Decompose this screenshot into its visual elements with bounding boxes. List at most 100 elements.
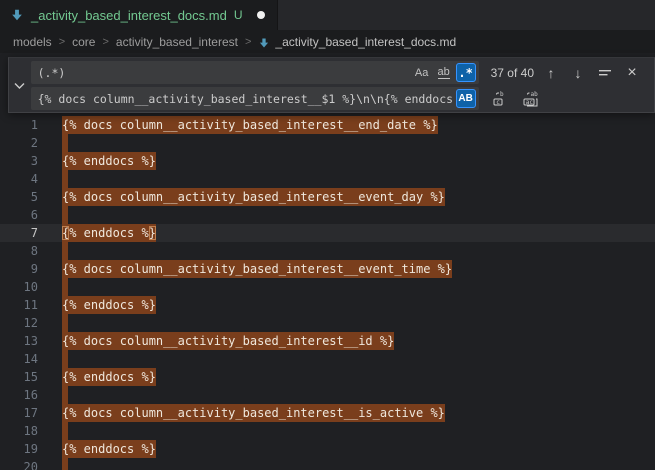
find-match-highlight: {% docs column__activity_based_interest_…: [62, 188, 445, 206]
line-content[interactable]: [62, 458, 68, 470]
line-content[interactable]: [62, 350, 68, 368]
breadcrumb-file[interactable]: _activity_based_interest_docs.md: [275, 35, 456, 49]
breadcrumb-models[interactable]: models: [13, 35, 52, 49]
line-number: 14: [0, 350, 38, 368]
line-content[interactable]: {% docs column__activity_based_interest_…: [62, 188, 445, 206]
line-number: 19: [0, 440, 38, 458]
vscode-window: _activity_based_interest_docs.md U model…: [0, 0, 655, 470]
line-content[interactable]: {% docs column__activity_based_interest_…: [62, 116, 438, 134]
editor-line-11[interactable]: 11{% enddocs %}: [0, 296, 655, 314]
editor-line-9[interactable]: 9 {% docs column__activity_based_interest…: [0, 260, 655, 278]
editor-line-19[interactable]: 19 {% enddocs %}: [0, 440, 655, 458]
line-content[interactable]: {% docs column__activity_based_interest_…: [62, 404, 445, 422]
find-match-highlight-empty-line: [62, 314, 68, 332]
find-match-highlight: {% docs column__activity_based_interest_…: [62, 260, 452, 278]
search-input-wrap: Aa ab .*: [31, 61, 479, 84]
whole-word-toggle[interactable]: ab: [434, 63, 454, 82]
editor-line-12[interactable]: 12: [0, 314, 655, 332]
find-match-highlight: {% enddocs %}: [62, 296, 156, 314]
find-match-highlight-empty-line: [62, 170, 68, 188]
previous-match-button[interactable]: ↑: [541, 63, 561, 83]
editor-line-20[interactable]: 20: [0, 458, 655, 470]
find-match-highlight: {% enddocs %}: [62, 440, 156, 458]
find-match-highlight: {% docs column__activity_based_interest_…: [62, 116, 438, 134]
editor-lines: 1 {% docs column__activity_based_interest…: [0, 53, 655, 470]
close-find-button[interactable]: ×: [622, 63, 642, 83]
editor-line-18[interactable]: 18: [0, 422, 655, 440]
line-content[interactable]: [62, 422, 68, 440]
find-match-highlight-empty-line: [62, 458, 68, 470]
find-in-selection-button[interactable]: [595, 63, 615, 83]
editor-line-2[interactable]: 2: [0, 134, 655, 152]
editor-line-13[interactable]: 13 {% docs column__activity_based_interes…: [0, 332, 655, 350]
replace-all-button[interactable]: ab ac: [521, 89, 541, 109]
replace-button[interactable]: b c: [490, 89, 510, 109]
line-content[interactable]: {% enddocs %}: [62, 368, 156, 386]
editor-line-10[interactable]: 10: [0, 278, 655, 296]
svg-text:b: b: [500, 91, 504, 98]
git-status-badge: U: [234, 8, 243, 22]
replace-input-wrap: AB: [31, 87, 479, 110]
find-match-highlight: {% enddocs %}: [62, 368, 156, 386]
modified-dot-close-button[interactable]: [257, 11, 265, 19]
preserve-case-toggle[interactable]: AB: [456, 89, 476, 108]
find-match-highlight-empty-line: [62, 386, 68, 404]
editor-line-8[interactable]: 8: [0, 242, 655, 260]
find-match-highlight-empty-line: [62, 206, 68, 224]
search-input[interactable]: [38, 66, 410, 80]
line-number: 1: [0, 116, 38, 134]
editor-line-7[interactable]: 7{% enddocs %}: [0, 224, 655, 242]
editor-pane[interactable]: 1 {% docs column__activity_based_interest…: [0, 53, 655, 470]
find-match-highlight-empty-line: [62, 278, 68, 296]
breadcrumb-core[interactable]: core: [72, 35, 95, 49]
svg-text:ab: ab: [530, 91, 538, 98]
editor-line-16[interactable]: 16: [0, 386, 655, 404]
toggle-replace-chevron-icon[interactable]: [9, 58, 31, 112]
breadcrumb-activity-based-interest[interactable]: activity_based_interest: [116, 35, 238, 49]
next-match-button[interactable]: ↓: [568, 63, 588, 83]
breadcrumb: models > core > activity_based_interest …: [0, 30, 655, 53]
markdown-file-icon: [10, 8, 24, 22]
regex-toggle[interactable]: .*: [456, 63, 476, 82]
line-content[interactable]: {% docs column__activity_based_interest_…: [62, 332, 394, 350]
line-content[interactable]: {% enddocs %}: [62, 224, 156, 242]
editor-line-15[interactable]: 15 {% enddocs %}: [0, 368, 655, 386]
find-replace-widget: Aa ab .* 37 of 40 ↑ ↓ ×: [8, 57, 655, 113]
line-content[interactable]: [62, 242, 68, 260]
line-content[interactable]: {% enddocs %}: [62, 440, 156, 458]
line-content[interactable]: [62, 170, 68, 188]
line-content[interactable]: [62, 206, 68, 224]
find-match-highlight-empty-line: [62, 242, 68, 260]
breadcrumb-separator-icon: >: [102, 36, 108, 48]
line-number: 2: [0, 134, 38, 152]
tab-filename: _activity_based_interest_docs.md: [31, 8, 227, 23]
breadcrumb-separator-icon: >: [59, 36, 65, 48]
match-case-toggle[interactable]: Aa: [412, 63, 432, 82]
line-content[interactable]: {% enddocs %}: [62, 296, 156, 314]
find-row: Aa ab .* 37 of 40 ↑ ↓ ×: [31, 61, 646, 84]
bracket-match-close: }: [149, 226, 156, 240]
find-match-highlight: {% docs column__activity_based_interest_…: [62, 332, 394, 350]
tab-activity-docs[interactable]: _activity_based_interest_docs.md U: [0, 0, 278, 30]
breadcrumb-separator-icon: >: [245, 36, 251, 48]
line-number: 15: [0, 368, 38, 386]
line-content[interactable]: [62, 386, 68, 404]
line-content[interactable]: {% enddocs %}: [62, 152, 156, 170]
line-content[interactable]: {% docs column__activity_based_interest_…: [62, 260, 452, 278]
line-content[interactable]: [62, 278, 68, 296]
line-number: 9: [0, 260, 38, 278]
replace-input[interactable]: [38, 92, 454, 106]
editor-line-1[interactable]: 1 {% docs column__activity_based_interest…: [0, 116, 655, 134]
editor-line-3[interactable]: 3{% enddocs %}: [0, 152, 655, 170]
line-number: 13: [0, 332, 38, 350]
editor-line-4[interactable]: 4: [0, 170, 655, 188]
line-content[interactable]: [62, 134, 68, 152]
find-match-highlight: {% enddocs %}: [62, 152, 156, 170]
editor-line-17[interactable]: 17{% docs column__activity_based_interes…: [0, 404, 655, 422]
editor-line-14[interactable]: 14: [0, 350, 655, 368]
line-number: 6: [0, 206, 38, 224]
line-content[interactable]: [62, 314, 68, 332]
editor-line-5[interactable]: 5{% docs column__activity_based_interest…: [0, 188, 655, 206]
find-match-highlight-empty-line: [62, 134, 68, 152]
editor-line-6[interactable]: 6: [0, 206, 655, 224]
